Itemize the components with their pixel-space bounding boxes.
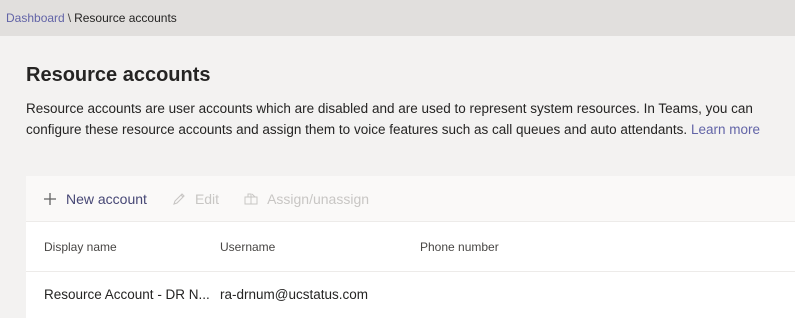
edit-button[interactable]: Edit xyxy=(171,191,219,207)
accounts-panel: New account Edit Assign/unassign Display… xyxy=(26,176,795,318)
column-header-username[interactable]: Username xyxy=(220,240,420,254)
edit-label: Edit xyxy=(194,190,220,207)
cell-display-name: Resource Account - DR N... xyxy=(44,287,210,302)
column-header-display-name[interactable]: Display name xyxy=(26,240,220,254)
new-account-button[interactable]: New account xyxy=(42,191,147,207)
assign-label: Assign/unassign xyxy=(267,190,370,207)
description-text: Resource accounts are user accounts whic… xyxy=(26,101,753,137)
pencil-icon xyxy=(171,191,187,207)
table-row[interactable]: Resource Account - DR N... ra-drnum@ucst… xyxy=(26,272,795,317)
page-title: Resource accounts xyxy=(26,64,211,86)
page-description: Resource accounts are user accounts whic… xyxy=(26,98,786,140)
toolbar: New account Edit Assign/unassign xyxy=(26,176,795,222)
breadcrumb-current: Resource accounts xyxy=(74,11,177,25)
column-header-phone-number[interactable]: Phone number xyxy=(420,240,620,254)
assign-unassign-button[interactable]: Assign/unassign xyxy=(243,191,369,207)
main-content: Resource accounts Resource accounts are … xyxy=(0,63,795,140)
breadcrumb-dashboard-link[interactable]: Dashboard xyxy=(6,11,65,25)
table-header: Display name Username Phone number xyxy=(26,222,795,272)
cell-username: ra-drnum@ucstatus.com xyxy=(220,287,368,302)
breadcrumb: Dashboard \ Resource accounts xyxy=(0,0,795,36)
learn-more-link[interactable]: Learn more xyxy=(691,122,760,137)
plus-icon xyxy=(42,191,58,207)
breadcrumb-separator: \ xyxy=(67,11,72,25)
assign-icon xyxy=(243,191,259,207)
new-account-label: New account xyxy=(66,190,147,207)
